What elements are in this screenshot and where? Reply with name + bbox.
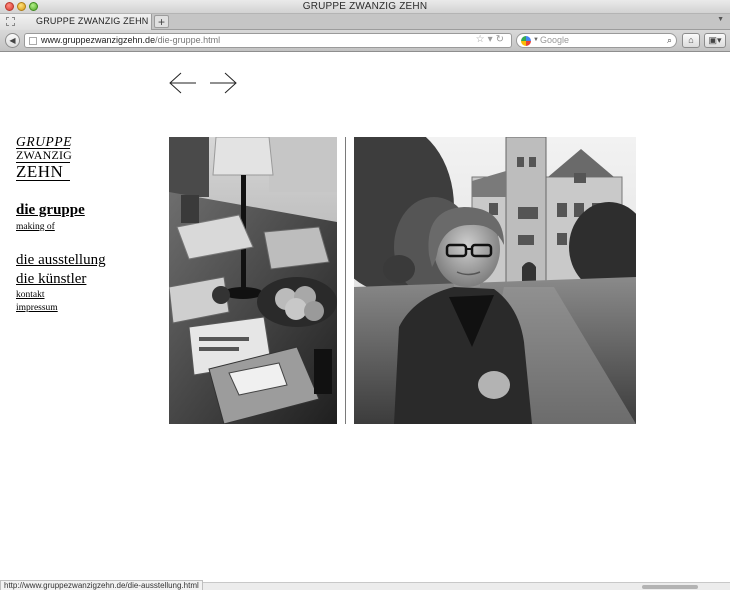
tab-label: GRUPPE ZWANZIG ZEHN [36,16,149,26]
magnifier-icon[interactable]: ⌕ [667,35,672,46]
url-text: www.gruppezwanzigzehn.de/die-gruppe.html [41,35,220,45]
studio-still-life-photo [169,137,337,424]
logo-line-3: ZEHN [16,163,70,181]
logo-line-1: GRUPPE [16,134,73,149]
previous-arrow[interactable] [168,71,198,95]
tab-bar: GRUPPE ZWANZIG ZEHN + ▼ [0,14,730,30]
search-placeholder: Google [540,35,570,45]
bookmarks-button[interactable]: ▣▾ [704,33,726,48]
new-tab-button[interactable]: + [154,15,169,28]
search-bar[interactable]: ▼ Google ⌕ [516,33,677,48]
next-arrow[interactable] [208,71,238,95]
nav-die-gruppe[interactable]: die gruppe [16,201,146,220]
reload-icon[interactable]: ↻ [496,34,507,45]
tab-overflow-icon[interactable]: ▼ [717,16,724,23]
nav-making-of[interactable]: making of [16,221,146,234]
url-host: www.gruppezwanzigzehn.de [41,35,156,45]
back-arrow-icon: ◀ [9,36,16,45]
site-logo[interactable]: GRUPPE ZWANZIG ZEHN [16,134,73,181]
search-engine-menu-icon[interactable]: ▼ [533,37,539,43]
web-page: GRUPPE ZWANZIG ZEHN die gruppe making of… [0,53,730,582]
artist-portrait-photo [354,137,636,424]
url-actions: ☆▾↻ [476,34,507,45]
nav-die-kuenstler[interactable]: die künstler [16,270,146,289]
status-bar: http://www.gruppezwanzigzehn.de/die-auss… [0,580,730,590]
page-icon [29,37,37,45]
url-path: /die-gruppe.html [155,35,221,45]
browser-toolbar: ◀ www.gruppezwanzigzehn.de/die-gruppe.ht… [0,30,730,52]
window-titlebar: GRUPPE ZWANZIG ZEHN [0,0,730,14]
home-icon: ⌂ [688,35,694,45]
arrow-right-icon [210,72,237,94]
window-title: GRUPPE ZWANZIG ZEHN [302,1,428,12]
logo-line-2: ZWANZIG [16,148,73,163]
site-navigation: GRUPPE ZWANZIG ZEHN die gruppe making of… [16,135,146,315]
favicon-placeholder-icon [6,17,15,26]
arrow-left-icon [169,72,196,94]
tab-active[interactable]: GRUPPE ZWANZIG ZEHN [0,14,152,30]
address-bar[interactable]: www.gruppezwanzigzehn.de/die-gruppe.html… [24,33,512,48]
nav-die-ausstellung[interactable]: die ausstellung [16,251,146,270]
google-logo-icon [521,36,531,46]
reader-icon[interactable]: ▾ [488,34,496,45]
status-url: http://www.gruppezwanzigzehn.de/die-auss… [0,580,203,590]
bookmarks-icon: ▣▾ [708,35,722,45]
nav-kontakt[interactable]: kontakt [16,289,146,302]
photo-divider [345,137,346,424]
nav-impressum[interactable]: impressum [16,302,146,315]
bookmark-star-icon[interactable]: ☆ [476,34,488,45]
horizontal-scrollbar[interactable] [642,585,698,589]
home-button[interactable]: ⌂ [682,33,700,48]
back-button[interactable]: ◀ [5,33,20,48]
